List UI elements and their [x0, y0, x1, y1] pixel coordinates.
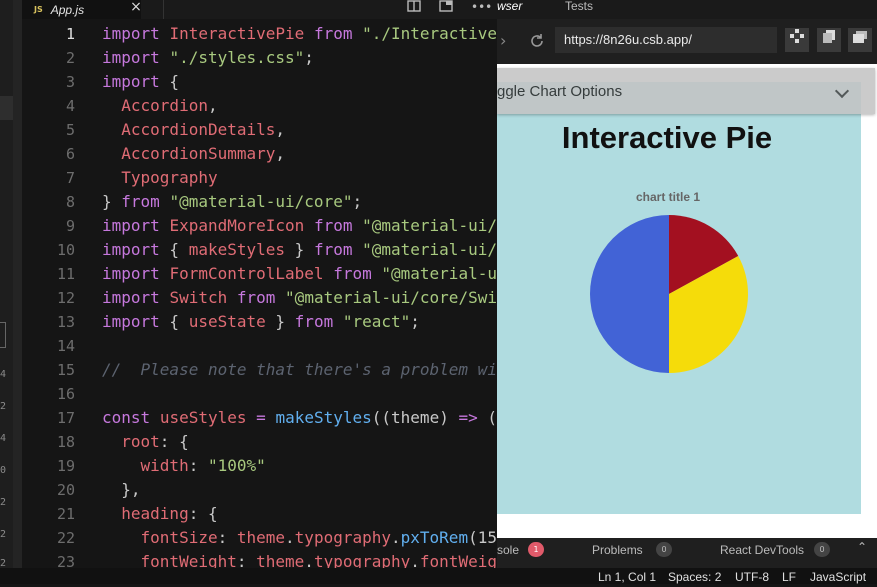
- pie-slice[interactable]: [590, 215, 669, 373]
- line-number: 7: [65, 169, 75, 187]
- code-text: Typography: [121, 168, 218, 187]
- split-view-icon[interactable]: [406, 0, 422, 14]
- line-number: 5: [65, 121, 75, 139]
- code-text: fontSize: theme.typography.pxToRem(15),: [140, 528, 497, 547]
- line-ending[interactable]: LF: [782, 568, 796, 587]
- line-number: 12: [56, 289, 75, 307]
- tab-browser[interactable]: wser: [497, 0, 522, 13]
- line-number: 15: [56, 361, 75, 379]
- line-number: 16: [56, 385, 75, 403]
- chart-title: chart title 1: [635, 190, 701, 204]
- code-text: import { useState } from "react";: [102, 312, 420, 331]
- line-number: 3: [65, 73, 75, 91]
- code-text: import ExpandMoreIcon from "@material-ui…: [102, 216, 497, 235]
- strip-mark: 0: [0, 465, 7, 476]
- line-number: 23: [56, 553, 75, 568]
- close-icon[interactable]: ×: [129, 0, 143, 14]
- line-number: 13: [56, 313, 75, 331]
- code-text: root: {: [121, 432, 189, 451]
- line-number: 14: [56, 337, 75, 355]
- problems-count-badge: 0: [656, 542, 672, 557]
- code-text: import FormControlLabel from "@material-…: [102, 264, 497, 283]
- code-text: width: "100%": [140, 456, 266, 475]
- language-mode[interactable]: JavaScript: [810, 568, 866, 587]
- code-text: Accordion,: [121, 96, 218, 115]
- sidebar-scrollbar[interactable]: [13, 0, 22, 568]
- code-text: AccordionSummary,: [121, 144, 286, 163]
- code-text: fontWeight: theme.typography.fontWeight: [140, 552, 497, 568]
- code-text: },: [102, 480, 141, 499]
- line-number: 20: [56, 481, 75, 499]
- code-text: import { makeStyles } from "@material-ui…: [102, 240, 497, 259]
- line-number: 6: [65, 145, 75, 163]
- line-number: 2: [65, 49, 75, 67]
- preview-content: ggle Chart Options Interactive Pie chart…: [497, 64, 877, 538]
- js-file-icon: JS: [34, 5, 43, 14]
- chevron-right-icon[interactable]: ›: [500, 33, 506, 49]
- pane-controls: •••: [397, 0, 497, 19]
- code-text: import InteractivePie from "./Interactiv…: [102, 24, 497, 43]
- line-number: 21: [56, 505, 75, 523]
- browser-toolbar: › https://8n26u.csb.app/: [497, 19, 877, 64]
- line-number: 11: [56, 265, 75, 283]
- code-text: const useStyles = makeStyles((theme) => …: [102, 408, 497, 427]
- chevron-up-icon[interactable]: ⌃: [857, 540, 867, 554]
- indentation[interactable]: Spaces: 2: [668, 568, 721, 587]
- line-number: 4: [65, 97, 75, 115]
- strip-mark: 2: [0, 529, 7, 540]
- line-number: 8: [65, 193, 75, 211]
- strip-selection: [0, 96, 13, 120]
- line-number: 17: [56, 409, 75, 427]
- code-editor[interactable]: 1 import InteractivePie from "./Interacti…: [22, 19, 497, 568]
- accordion-label: ggle Chart Options: [497, 83, 623, 100]
- code-text: import {: [102, 72, 180, 91]
- qr-icon[interactable]: [785, 28, 809, 52]
- url-input[interactable]: https://8n26u.csb.app/: [555, 27, 777, 53]
- devtools-count-badge: 0: [814, 542, 830, 557]
- encoding[interactable]: UTF-8: [735, 568, 769, 587]
- activity-strip: 4 2 4 0 2 2 2: [0, 0, 13, 569]
- tab-react-devtools[interactable]: React DevTools: [720, 538, 804, 562]
- devtools-tab-bar: sole 1 Problems 0 React DevTools 0 ⌃: [497, 538, 877, 568]
- code-text: heading: {: [121, 504, 218, 523]
- status-bar: Ln 1, Col 1 Spaces: 2 UTF-8 LF JavaScrip…: [0, 568, 877, 584]
- code-text: import "./styles.css";: [102, 48, 314, 67]
- strip-box: [0, 322, 6, 348]
- tab-app-js[interactable]: JS App.js ×: [22, 0, 143, 19]
- code-text: } from "@material-ui/core";: [102, 192, 363, 211]
- tab-console[interactable]: sole: [497, 538, 519, 562]
- strip-mark: 2: [0, 401, 7, 412]
- line-number: 19: [56, 457, 75, 475]
- tab-label: App.js: [50, 2, 85, 17]
- window-icon[interactable]: [848, 28, 872, 52]
- line-number: 22: [56, 529, 75, 547]
- line-number: 18: [56, 433, 75, 451]
- code-text: // Please note that there's a problem wi…: [102, 360, 497, 379]
- strip-mark: 4: [0, 369, 7, 380]
- line-number: 9: [65, 217, 75, 235]
- open-preview-icon[interactable]: [438, 0, 454, 14]
- tab-tests[interactable]: Tests: [565, 0, 593, 13]
- page-title: Interactive Pie: [561, 120, 773, 155]
- browser-tab-bar: wser Tests: [497, 0, 877, 19]
- refresh-icon[interactable]: [529, 33, 545, 52]
- console-count-badge: 1: [528, 542, 544, 557]
- copy-icon[interactable]: [817, 28, 841, 52]
- strip-mark: 4: [0, 433, 7, 444]
- code-text: AccordionDetails,: [121, 120, 286, 139]
- browser-pane: wser Tests › https://8n26u.csb.app/ ggle…: [497, 0, 877, 568]
- chart-options-accordion[interactable]: ggle Chart Options: [497, 68, 875, 114]
- cursor-position[interactable]: Ln 1, Col 1: [598, 568, 656, 587]
- more-icon[interactable]: •••: [471, 0, 492, 14]
- expand-more-icon[interactable]: [834, 83, 850, 99]
- line-number: 1: [65, 25, 75, 43]
- pie-chart: [590, 215, 748, 373]
- line-number: 10: [56, 241, 75, 259]
- strip-mark: 2: [0, 497, 7, 508]
- tab-problems[interactable]: Problems: [592, 538, 643, 562]
- code-text: import Switch from "@material-ui/core/Sw…: [102, 288, 497, 307]
- tab-divider: [163, 0, 164, 19]
